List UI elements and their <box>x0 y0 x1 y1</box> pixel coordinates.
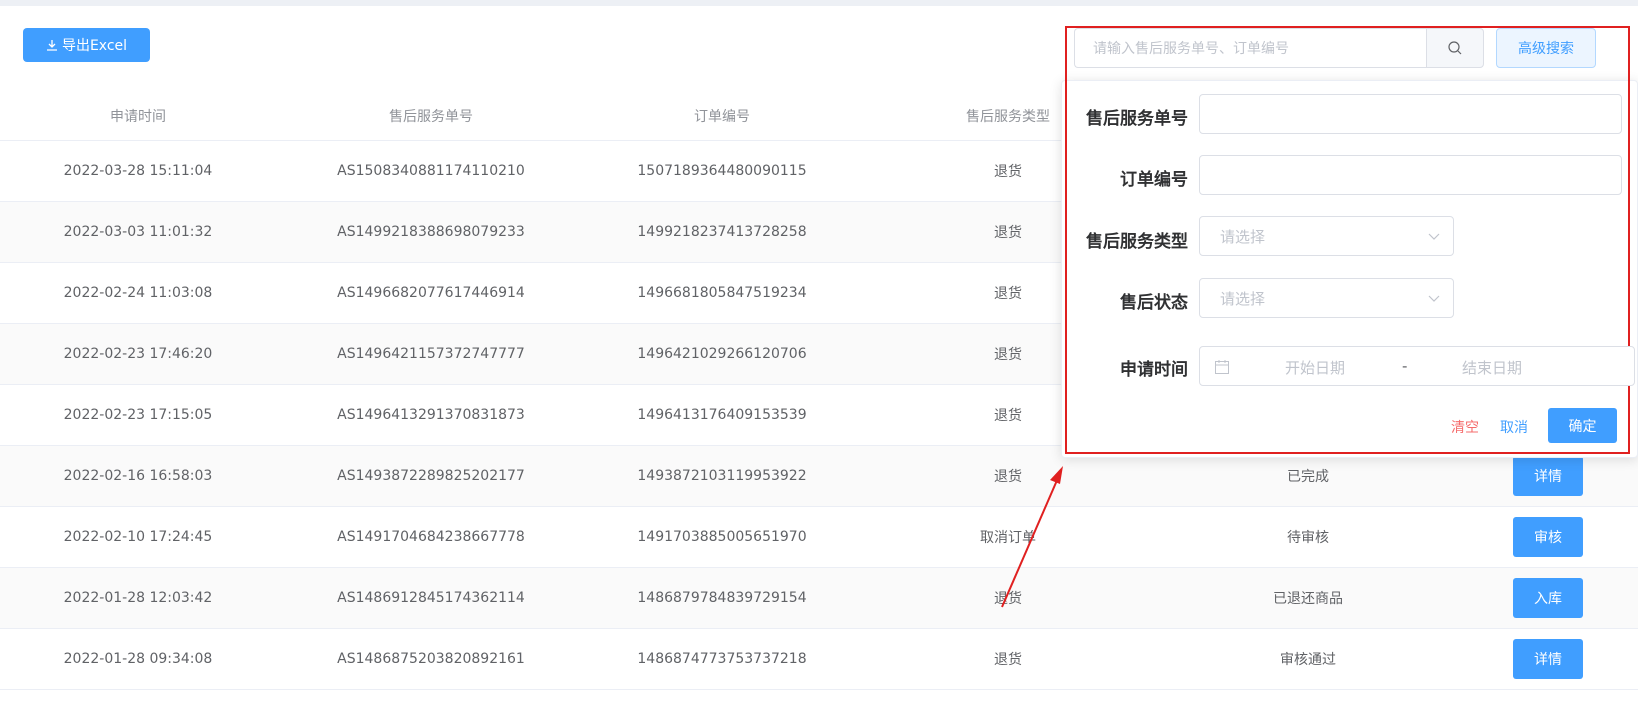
row-action-button[interactable]: 入库 <box>1513 578 1583 618</box>
export-excel-label: 导出Excel <box>61 38 128 54</box>
row-action-button[interactable]: 详情 <box>1513 456 1583 496</box>
cell-service-no: AS1486912845174362114 <box>337 590 525 606</box>
cell-action: 入库 <box>1458 568 1638 628</box>
label-apply-time: 申请时间 <box>1120 360 1188 380</box>
cell-apply-time: 2022-02-23 17:46:20 <box>63 346 213 362</box>
search-button[interactable] <box>1426 28 1484 68</box>
cell-status: 待审核 <box>1287 530 1329 546</box>
label-service-type: 售后服务类型 <box>1086 232 1188 252</box>
cell-apply-time: 2022-03-28 15:11:04 <box>63 163 213 179</box>
search-input[interactable]: 请输入售后服务单号、订单编号 <box>1074 28 1427 68</box>
calendar-icon <box>1215 360 1229 374</box>
cell-apply-time: 2022-02-10 17:24:45 <box>63 529 213 545</box>
row-action-button[interactable]: 详情 <box>1513 639 1583 679</box>
chevron-down-icon <box>1428 295 1440 302</box>
order-no-input[interactable] <box>1199 155 1622 195</box>
end-date-placeholder: 结束日期 <box>1462 359 1523 377</box>
cell-apply-time: 2022-02-24 11:03:08 <box>63 285 213 301</box>
advanced-search-button[interactable]: 高级搜索 <box>1496 28 1596 68</box>
cell-service-no: AS1508340881174110210 <box>337 163 525 179</box>
cell-order-no: 1507189364480090115 <box>637 163 807 179</box>
cell-apply-time: 2022-02-23 17:15:05 <box>63 407 213 423</box>
cell-service-no: AS1493872289825202177 <box>337 468 525 484</box>
service-type-placeholder: 请选择 <box>1220 227 1266 246</box>
table-row: 2022-01-28 12:03:42 AS1486912845174362114… <box>0 568 1638 629</box>
cell-service-no: AS1491704684238667778 <box>337 529 525 545</box>
date-separator: - <box>1402 357 1408 375</box>
cell-service-no: AS1486875203820892161 <box>337 651 525 667</box>
cell-service-type: 取消订单 <box>980 530 1036 546</box>
cell-order-no: 1486879784839729154 <box>637 590 807 606</box>
table-row: 2022-02-10 17:24:45 AS1491704684238667778… <box>0 507 1638 568</box>
chevron-down-icon <box>1428 233 1440 240</box>
cell-service-no: AS1496682077617446914 <box>337 285 525 301</box>
cell-apply-time: 2022-02-16 16:58:03 <box>63 468 213 484</box>
cell-order-no: 1486874773753737218 <box>637 651 807 667</box>
cell-status: 审核通过 <box>1280 652 1336 668</box>
service-type-select[interactable]: 请选择 <box>1199 216 1454 256</box>
cell-action: 详情 <box>1458 629 1638 689</box>
cell-service-no: AS1496413291370831873 <box>337 407 525 423</box>
confirm-button[interactable]: 确定 <box>1548 408 1617 443</box>
cancel-button[interactable]: 取消 <box>1500 417 1528 437</box>
cell-status: 已退还商品 <box>1273 591 1343 607</box>
status-placeholder: 请选择 <box>1220 289 1266 308</box>
cell-apply-time: 2022-01-28 12:03:42 <box>63 590 213 606</box>
cell-order-no: 1496421029266120706 <box>637 346 807 362</box>
header-apply-time: 申请时间 <box>110 108 166 125</box>
label-status: 售后状态 <box>1120 293 1188 313</box>
cell-order-no: 1496681805847519234 <box>637 285 807 301</box>
apply-time-range-picker[interactable]: 开始日期 - 结束日期 <box>1199 346 1635 386</box>
cell-order-no: 1493872103119953922 <box>637 468 807 484</box>
header-service-no: 售后服务单号 <box>389 108 473 125</box>
service-no-input[interactable] <box>1199 94 1622 134</box>
cell-order-no: 1491703885005651970 <box>637 529 807 545</box>
label-order-no: 订单编号 <box>1120 170 1188 190</box>
cell-order-no: 1496413176409153539 <box>637 407 807 423</box>
search-icon <box>1448 41 1462 55</box>
cell-apply-time: 2022-03-03 11:01:32 <box>63 224 213 240</box>
cell-service-no: AS1496421157372747777 <box>337 346 525 362</box>
cell-service-type: 退货 <box>994 652 1022 668</box>
start-date-placeholder: 开始日期 <box>1285 359 1346 377</box>
row-action-button[interactable]: 审核 <box>1513 517 1583 557</box>
cell-service-no: AS1499218388698079233 <box>337 224 525 240</box>
cell-service-type: 退货 <box>994 591 1022 607</box>
cell-order-no: 1499218237413728258 <box>637 224 807 240</box>
label-service-no: 售后服务单号 <box>1086 109 1188 129</box>
table-row: 2022-01-28 09:34:08 AS1486875203820892161… <box>0 629 1638 690</box>
download-icon <box>46 40 57 51</box>
cell-apply-time: 2022-01-28 09:34:08 <box>63 651 213 667</box>
cell-action: 审核 <box>1458 507 1638 567</box>
top-strip <box>0 0 1638 6</box>
header-order-no: 订单编号 <box>694 108 750 125</box>
status-select[interactable]: 请选择 <box>1199 278 1454 318</box>
search-placeholder: 请输入售后服务单号、订单编号 <box>1093 41 1289 57</box>
clear-button[interactable]: 清空 <box>1451 417 1479 437</box>
export-excel-button[interactable]: 导出Excel <box>23 28 150 62</box>
